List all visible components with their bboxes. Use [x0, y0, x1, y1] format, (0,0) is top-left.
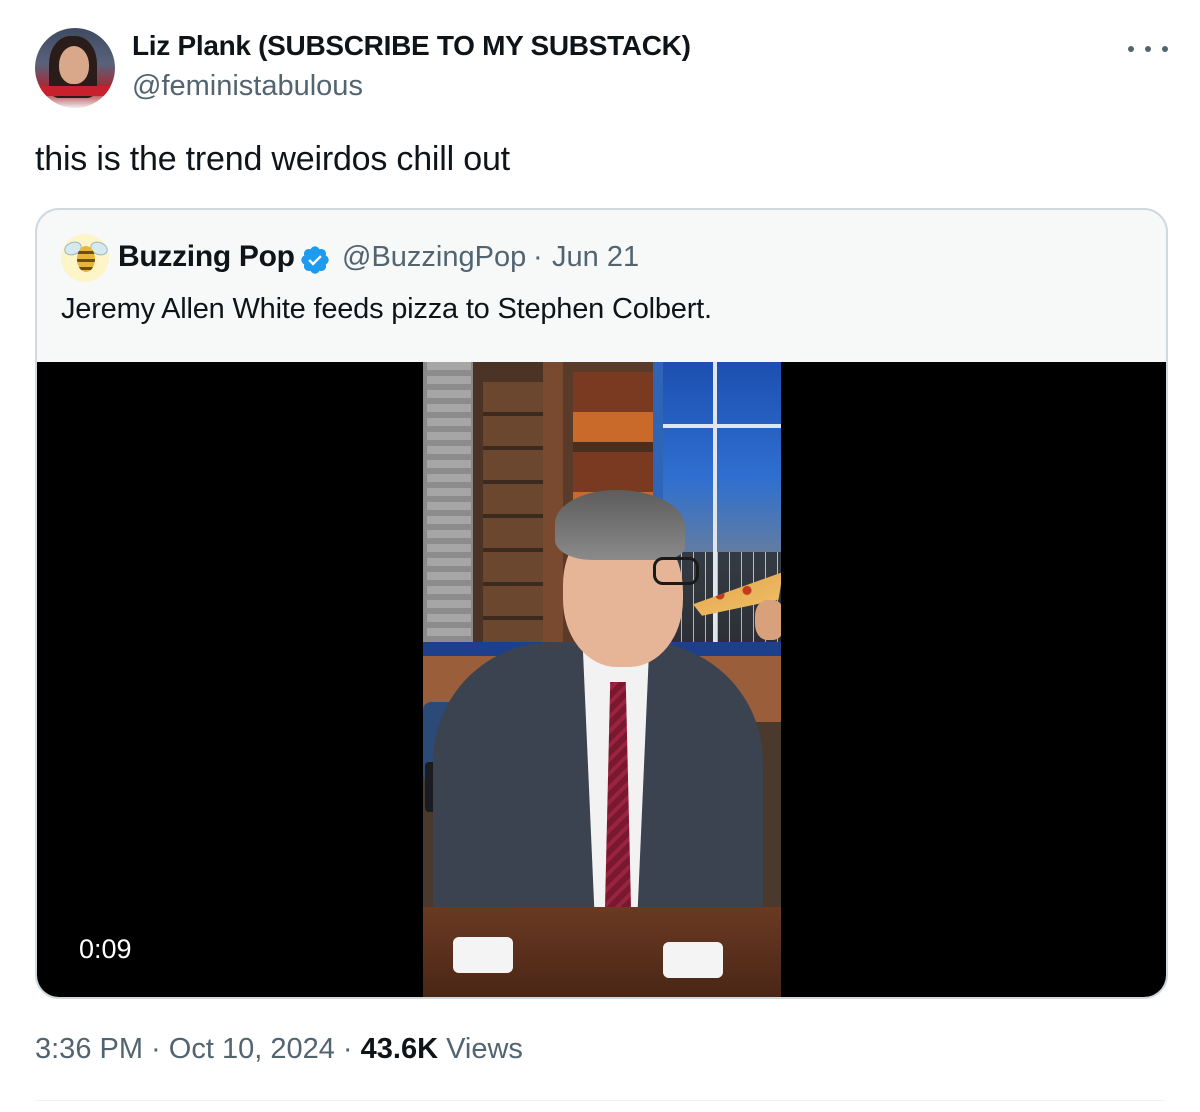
studio-pillar [427, 362, 471, 662]
studio-panel [483, 382, 543, 642]
separator-dot: · [143, 1033, 169, 1065]
quote-author-name[interactable]: Buzzing Pop [118, 240, 295, 274]
quote-text: Jeremy Allen White feeds pizza to Stephe… [61, 293, 712, 325]
author-handle[interactable]: @feministabulous [132, 70, 363, 103]
more-dot [1128, 46, 1134, 52]
hand [755, 600, 781, 640]
separator-dot: · [334, 1033, 361, 1065]
avatar-news-bar [35, 86, 115, 96]
author-name[interactable]: Liz Plank (SUBSCRIBE TO MY SUBSTACK) [132, 30, 691, 62]
window-frame [663, 424, 781, 428]
quoted-tweet[interactable]: Buzzing Pop @BuzzingPop · Jun 21 Jeremy … [35, 208, 1168, 999]
shirt-cuff [663, 942, 723, 978]
shirt-cuff [453, 937, 513, 973]
glasses [653, 557, 699, 585]
tweet-time[interactable]: 3:36 PM [35, 1033, 143, 1065]
video-player[interactable]: 0:09 [37, 362, 1166, 997]
more-dot [1145, 46, 1151, 52]
avatar-face [59, 46, 89, 84]
tweet-meta: 3:36 PM · Oct 10, 2024 · 43.6K Views [35, 1033, 523, 1066]
separator-dot: · [533, 241, 543, 273]
verified-badge-icon [301, 246, 329, 274]
views-count: 43.6K [360, 1033, 439, 1065]
quote-avatar[interactable] [61, 234, 110, 282]
divider [35, 1100, 1165, 1101]
tweet: Liz Plank (SUBSCRIBE TO MY SUBSTACK) @fe… [0, 0, 1200, 1112]
video-duration: 0:09 [79, 934, 132, 964]
tweet-text: this is the trend weirdos chill out [35, 140, 510, 178]
bee-icon [77, 246, 95, 272]
more-dot [1162, 46, 1168, 52]
author-avatar[interactable] [35, 28, 115, 108]
quote-author-handle[interactable]: @BuzzingPop [342, 241, 526, 274]
person-hair [555, 490, 685, 560]
quote-date[interactable]: Jun 21 [552, 241, 639, 274]
more-options-icon[interactable] [1128, 36, 1168, 62]
video-frame [423, 362, 781, 997]
tweet-date[interactable]: Oct 10, 2024 [169, 1033, 335, 1065]
views-label: Views [438, 1033, 523, 1065]
